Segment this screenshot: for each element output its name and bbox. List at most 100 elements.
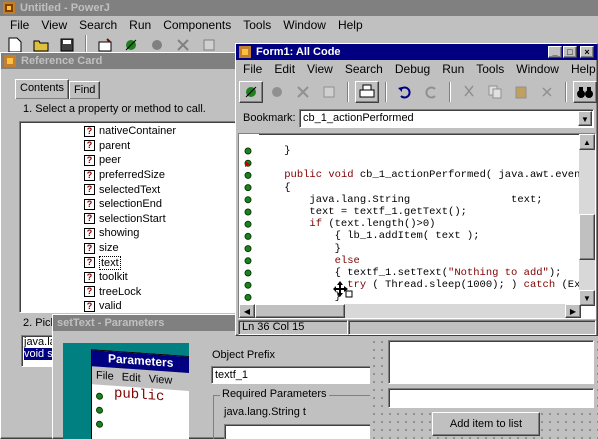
object-prefix-input[interactable]: textf_1 [211,366,374,384]
scroll-down-arrow[interactable]: ▼ [579,290,595,306]
tree-item[interactable]: ? selectionStart [84,212,240,227]
tree-item[interactable]: ? parent [84,139,240,154]
code-menu-debug[interactable]: Debug [389,62,436,76]
signature-list[interactable]: java.la void s [21,335,56,367]
code-line[interactable]: { [259,182,595,194]
maximize-button[interactable]: □ [563,46,577,58]
help-topic-icon: ? [84,227,95,239]
code-window-title: Form1: All Code [256,46,341,58]
code-menu-view[interactable]: View [301,62,339,76]
close-button[interactable]: × [580,46,594,58]
form-textfield[interactable] [388,388,594,408]
tree-item-label: treeLock [99,285,142,298]
list-item[interactable]: void s [24,348,55,360]
scroll-right-arrow[interactable]: ▶ [565,304,581,318]
code-line[interactable]: text = textf_1.getText(); [259,206,595,218]
delete-icon[interactable] [535,81,559,103]
bookmark-select[interactable]: cb_1_actionPerformed ▼ [299,109,594,128]
reference-card-icon [4,55,16,67]
tree-item[interactable]: ? nativeContainer [84,124,240,139]
minimize-button[interactable]: _ [548,46,562,58]
tree-item[interactable]: ? selectionEnd [84,197,240,212]
scroll-thumb[interactable] [579,214,595,260]
parameters-dialog-title: setText - Parameters [57,317,165,329]
redo-icon[interactable] [419,81,443,103]
code-line[interactable]: { lb_1.addItem( text ); [259,230,595,242]
menu-help[interactable]: Help [332,18,369,32]
scroll-left-arrow[interactable]: ◀ [239,304,255,318]
preview-code: public [114,385,165,406]
parameters-preview-image: Parameters File Edit View public [63,343,189,439]
print-icon[interactable] [355,81,379,103]
tree-item[interactable]: ? valid [84,299,240,312]
code-editor[interactable]: } public void cb_1_actionPerformed( java… [238,133,596,319]
property-tree[interactable]: ? nativeContainer? parent? peer? preferredSi… [19,121,241,313]
code-vertical-scrollbar[interactable]: ▲ ▼ [579,134,595,306]
param-type-label: java.lang.String t [224,406,306,418]
code-menu-help[interactable]: Help [565,62,598,76]
bookmark-label: Bookmark: [243,112,296,124]
menu-file[interactable]: File [4,18,35,32]
code-line[interactable]: try ( Thread.sleep(1000); ) catch (Excep [259,279,595,291]
tree-item[interactable]: ? selectedText [84,182,240,197]
code-horizontal-scrollbar[interactable]: ◀ ▶ [239,304,581,318]
code-menu-edit[interactable]: Edit [268,62,301,76]
code-menu-file[interactable]: File [237,62,268,76]
code-line[interactable]: } [259,291,595,303]
code-menu-window[interactable]: Window [510,62,565,76]
list-item[interactable]: java.la [24,336,56,348]
tree-item[interactable]: ? preferredSize [84,168,240,183]
cut-icon[interactable] [457,81,481,103]
properties-icon[interactable] [317,81,341,103]
main-menubar: File View Search Run Components Tools Wi… [0,16,598,34]
param-value-input[interactable] [224,424,374,439]
tree-item-label: selectionEnd [99,198,162,211]
code-line[interactable]: public void cb_1_actionPerformed( java.a… [259,169,595,181]
tree-item[interactable]: ? text [84,255,240,270]
h-scroll-thumb[interactable] [255,304,345,318]
menu-components[interactable]: Components [157,18,237,32]
tree-item-label: selectionStart [99,212,166,225]
code-menu-run[interactable]: Run [436,62,470,76]
code-line[interactable] [259,157,595,169]
tree-item[interactable]: ? toolkit [84,270,240,285]
undo-icon[interactable] [393,81,417,103]
copy-icon[interactable] [483,81,507,103]
code-toolbar [236,78,597,106]
debug-icon[interactable] [265,81,289,103]
help-topic-icon: ? [84,169,95,181]
menu-run[interactable]: Run [123,18,157,32]
code-line[interactable]: if (text.length()>0) [259,218,595,230]
tree-item[interactable]: ? treeLock [84,285,240,300]
tab-contents[interactable]: Contents [15,79,70,99]
code-line[interactable]: } [259,145,595,157]
scroll-up-arrow[interactable]: ▲ [579,134,595,150]
add-item-button[interactable]: Add item to list [432,412,540,436]
code-menu-tools[interactable]: Tools [470,62,510,76]
menu-search[interactable]: Search [73,18,123,32]
find-binoculars-icon[interactable] [573,81,597,103]
tab-find[interactable]: Find [69,81,101,99]
stop-icon[interactable] [291,81,315,103]
code-text[interactable]: } public void cb_1_actionPerformed( java… [259,145,595,303]
menu-view[interactable]: View [35,18,73,32]
code-window-icon [239,46,251,58]
code-line[interactable]: } [259,243,595,255]
chevron-down-icon[interactable]: ▼ [578,111,592,126]
tree-item[interactable]: ? peer [84,153,240,168]
help-topic-icon: ? [84,300,95,312]
code-line[interactable]: else [259,255,595,267]
menu-window[interactable]: Window [277,18,332,32]
tree-item[interactable]: ? showing [84,226,240,241]
tree-item[interactable]: ? size [84,241,240,256]
code-window-title-bar: Form1: All Code _ □ × [236,44,597,60]
paste-icon[interactable] [509,81,533,103]
form-listbox[interactable] [388,340,594,384]
code-menu-search[interactable]: Search [339,62,389,76]
run-icon[interactable] [239,81,263,103]
code-line[interactable]: java.lang.String text; [259,194,595,206]
main-title-bar: Untitled - PowerJ [0,0,598,16]
required-parameters-group: Required Parameters java.lang.String t [213,388,378,439]
menu-tools[interactable]: Tools [237,18,277,32]
code-line[interactable]: { textf_1.setText("Nothing to add"); [259,267,595,279]
